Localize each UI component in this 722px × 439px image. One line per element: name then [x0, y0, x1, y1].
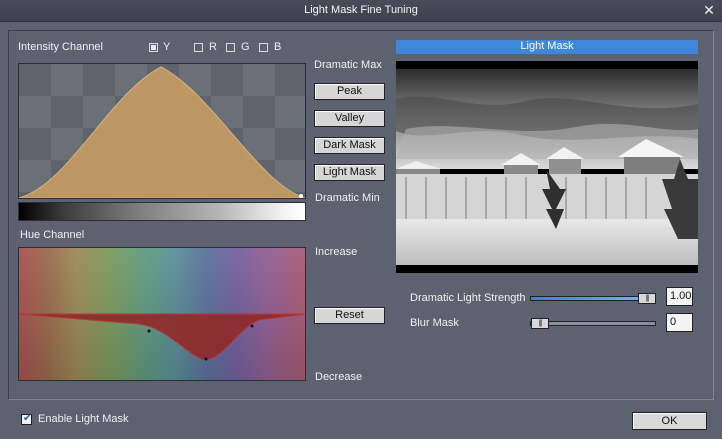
hue-curve-area — [19, 313, 305, 361]
channel-y-radio[interactable] — [149, 43, 158, 52]
hue-handle-3 — [250, 324, 254, 328]
ok-button[interactable]: OK — [632, 412, 707, 430]
light-mask-header: Light Mask — [396, 40, 698, 54]
dramatic-max-label: Dramatic Max — [314, 59, 382, 71]
channel-r-radio[interactable] — [194, 43, 203, 52]
window-title: Light Mask Fine Tuning — [304, 4, 418, 16]
strength-slider-thumb[interactable]: ||| — [638, 293, 656, 304]
decrease-label: Decrease — [315, 371, 363, 383]
channel-b-radio[interactable] — [259, 43, 268, 52]
strength-label: Dramatic Light Strength — [410, 292, 526, 304]
dramatic-min-label: Dramatic Min — [315, 192, 380, 204]
preview-image — [396, 69, 698, 265]
intensity-curve-area — [19, 66, 305, 198]
curve-end-handle — [299, 194, 303, 198]
hue-handle-1 — [147, 329, 151, 333]
channel-r-label: R — [209, 41, 217, 53]
intensity-channel-label: Intensity Channel — [18, 41, 103, 53]
hue-handle-2 — [204, 357, 208, 361]
blur-slider-thumb[interactable]: ||| — [531, 318, 549, 329]
light-mask-button[interactable]: Light Mask — [314, 164, 385, 181]
enable-light-mask-label: Enable Light Mask — [38, 413, 129, 425]
increase-label: Increase — [315, 246, 358, 258]
enable-light-mask-checkbox[interactable] — [21, 413, 32, 425]
intensity-curve-graph[interactable] — [18, 63, 306, 199]
channel-y-label: Y — [163, 41, 171, 53]
channel-g-radio[interactable] — [226, 43, 235, 52]
valley-button[interactable]: Valley — [314, 110, 385, 127]
grayscale-ramp — [18, 202, 306, 221]
peak-button[interactable]: Peak — [314, 83, 385, 100]
channel-g-label: G — [241, 41, 250, 53]
blur-value-field[interactable]: 0 — [666, 313, 693, 332]
hue-channel-label: Hue Channel — [20, 229, 85, 241]
hue-curve-graph[interactable] — [18, 247, 306, 381]
reset-button[interactable]: Reset — [314, 307, 385, 324]
blur-mask-label: Blur Mask — [410, 317, 459, 329]
strength-value-field[interactable]: 1.00 — [666, 287, 693, 306]
dark-mask-button[interactable]: Dark Mask — [314, 137, 385, 154]
close-icon[interactable]: ✕ — [700, 2, 718, 20]
channel-b-label: B — [274, 41, 282, 53]
